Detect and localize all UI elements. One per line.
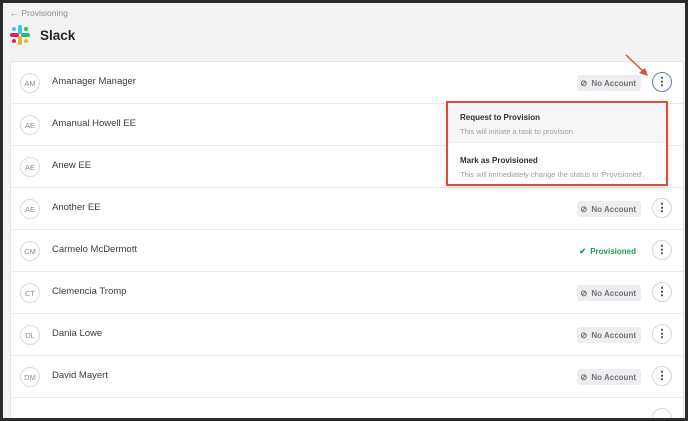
kebab-icon: ⋮: [656, 369, 668, 382]
row-actions-button[interactable]: [652, 408, 672, 418]
user-name: Dania Lowe: [52, 328, 103, 339]
menu-item-description: This will initiate a task to provision: [460, 127, 573, 136]
list-item: AM Amanager Manager ⊘ No Account ⋮: [11, 62, 683, 104]
list-item: CT Clemencia Tromp ⊘ No Account ⋮: [11, 272, 683, 314]
menu-item-description: This will immediately change the status …: [460, 170, 645, 179]
row-actions-button[interactable]: ⋮: [652, 324, 672, 344]
menu-item-request-to-provision[interactable]: Request to Provision This will initiate …: [448, 103, 666, 143]
row-actions-menu: Request to Provision This will initiate …: [446, 101, 668, 186]
status-badge: ⊘ No Account: [577, 369, 641, 385]
avatar: DM: [20, 367, 40, 387]
block-icon: ⊘: [580, 287, 588, 298]
avatar: DL: [20, 325, 40, 345]
row-actions-button[interactable]: ⋮: [652, 240, 672, 260]
block-icon: ⊘: [580, 203, 588, 214]
back-link-label: Provisioning: [21, 8, 68, 18]
arrow-left-icon: ←: [10, 8, 19, 18]
avatar: AM: [20, 73, 40, 93]
annotation-arrow-icon: [625, 54, 648, 76]
avatar: CT: [20, 283, 40, 303]
user-name: Clemencia Tromp: [52, 286, 127, 297]
avatar: AE: [20, 115, 40, 135]
kebab-icon: ⋮: [656, 243, 668, 256]
user-name: Another EE: [52, 202, 101, 213]
menu-item-title: Request to Provision: [460, 113, 541, 122]
user-name: David Mayert: [52, 370, 108, 381]
kebab-icon: ⋮: [656, 285, 668, 298]
block-icon: ⊘: [580, 329, 588, 340]
page-header: Slack: [10, 25, 75, 45]
app-window: ← Provisioning Slack AM Amanager Manager…: [3, 3, 685, 418]
row-actions-button[interactable]: ⋮: [652, 198, 672, 218]
user-name: Anew EE: [52, 160, 92, 171]
status-badge: ✔ Provisioned: [579, 245, 636, 256]
row-actions-button[interactable]: ⋮: [652, 366, 672, 386]
list-item: DM David Mayert ⊘ No Account ⋮: [11, 356, 683, 398]
user-name: Amanual Howell EE: [52, 118, 136, 129]
kebab-icon: ⋮: [656, 201, 668, 214]
kebab-icon: ⋮: [656, 327, 668, 340]
list-item: AE Another EE ⊘ No Account ⋮: [11, 188, 683, 230]
user-name: Amanager Manager: [52, 76, 136, 87]
status-badge: ⊘ No Account: [577, 327, 641, 343]
kebab-icon: ⋮: [656, 75, 668, 88]
avatar: AE: [20, 199, 40, 219]
avatar: CM: [20, 241, 40, 261]
page-title: Slack: [40, 27, 76, 43]
block-icon: ⊘: [580, 371, 588, 382]
avatar: AE: [20, 157, 40, 177]
back-link[interactable]: ← Provisioning: [10, 8, 68, 18]
menu-item-mark-as-provisioned[interactable]: Mark as Provisioned This will immediatel…: [448, 146, 666, 184]
slack-logo-icon: [10, 25, 30, 45]
check-circle-icon: ✔: [579, 245, 587, 256]
block-icon: ⊘: [580, 77, 588, 88]
list-item: DL Dania Lowe ⊘ No Account ⋮: [11, 314, 683, 356]
list-item: [11, 398, 683, 418]
row-actions-button[interactable]: ⋮: [652, 72, 672, 92]
user-name: Carmelo McDermott: [52, 244, 137, 255]
status-badge: ⊘ No Account: [577, 285, 641, 301]
row-actions-button[interactable]: ⋮: [652, 282, 672, 302]
list-item: CM Carmelo McDermott ✔ Provisioned ⋮: [11, 230, 683, 272]
menu-item-title: Mark as Provisioned: [460, 156, 538, 165]
status-badge: ⊘ No Account: [577, 201, 641, 217]
